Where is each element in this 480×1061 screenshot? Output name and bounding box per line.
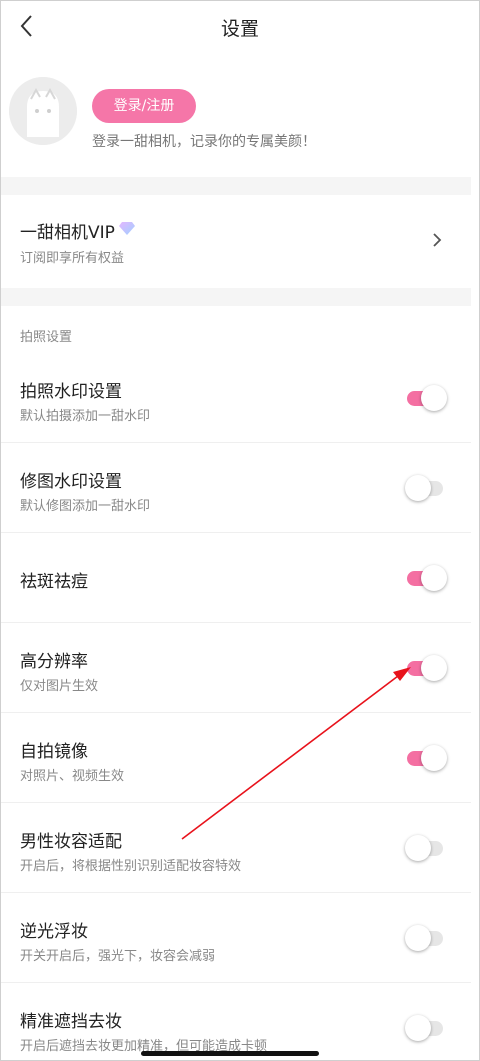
profile-section: 登录/注册 登录一甜相机，记录你的专属美颜！ [1,61,479,173]
vip-subtitle: 订阅即享所有权益 [20,251,125,266]
section-label: 拍照设置 [20,330,73,345]
setting-row: 修图水印设置默认修图添加一甜水印 [1,443,471,533]
toggle-knob [405,925,431,951]
setting-row: 自拍镜像对照片、视频生效 [1,713,471,803]
toggle-knob [421,655,447,681]
vip-title: 一甜相机VIP [20,223,115,243]
vip-row[interactable]: 一甜相机VIP 订阅即享所有权益 [1,195,479,285]
setting-row: 高分辨率仅对图片生效 [1,623,471,713]
login-register-button[interactable]: 登录/注册 [92,89,196,123]
avatar[interactable] [9,77,77,145]
setting-toggle[interactable] [405,564,447,592]
chevron-right-icon [433,233,442,247]
setting-toggle[interactable] [405,384,447,412]
toggle-knob [421,385,447,411]
section-divider [1,288,471,306]
page-title: 设置 [220,18,259,40]
setting-subtitle: 默认修图添加一甜水印 [20,499,151,514]
setting-toggle[interactable] [405,924,447,952]
toggle-knob [405,475,431,501]
setting-subtitle: 默认拍摄添加一甜水印 [20,409,151,424]
header-bar: 设置 [1,1,479,53]
setting-subtitle: 仅对图片生效 [20,679,99,694]
setting-row: 精准遮挡去妆 开启后遮挡去妆更加精准，但可能造成卡顿 [1,983,471,1061]
setting-row: 拍照水印设置默认拍摄添加一甜水印 [1,353,471,443]
login-tip: 登录一甜相机，记录你的专属美颜！ [92,134,316,150]
setting-row: 男性妆容适配开启后，将根据性别识别适配妆容特效 [1,803,471,893]
setting-toggle[interactable] [405,1014,447,1042]
setting-title: 逆光浮妆 [20,922,88,942]
setting-toggle[interactable] [405,744,447,772]
toggle-knob [421,745,447,771]
setting-toggle[interactable] [405,834,447,862]
section-divider [1,177,471,195]
setting-title: 修图水印设置 [20,472,122,492]
setting-subtitle: 对照片、视频生效 [20,769,125,784]
setting-title: 男性妆容适配 [20,832,122,852]
setting-title: 拍照水印设置 [20,382,122,402]
setting-row: 祛斑祛痘 [1,533,471,623]
setting-title: 祛斑祛痘 [20,572,88,592]
setting-subtitle: 开启后，将根据性别识别适配妆容特效 [20,859,242,874]
setting-row: 逆光浮妆开关开启后，强光下，妆容会减弱 [1,893,471,983]
setting-toggle[interactable] [405,654,447,682]
toggle-knob [405,835,431,861]
setting-title: 高分辨率 [20,652,88,672]
home-indicator [141,1051,319,1056]
toggle-knob [421,565,447,591]
diamond-icon [119,222,135,235]
setting-title: 自拍镜像 [20,742,88,762]
ghost-avatar-icon [9,77,77,145]
setting-toggle[interactable] [405,474,447,502]
setting-title: 精准遮挡去妆 [20,1012,122,1032]
setting-subtitle: 开关开启后，强光下，妆容会减弱 [20,949,216,964]
toggle-knob [405,1015,431,1041]
